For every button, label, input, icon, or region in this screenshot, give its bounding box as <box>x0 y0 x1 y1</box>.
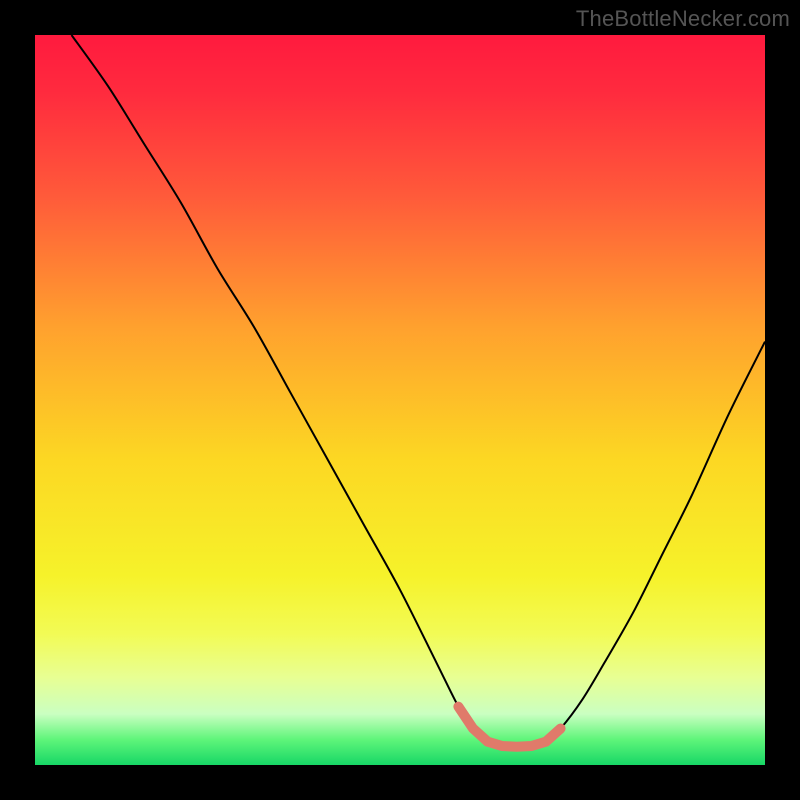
bottleneck-chart <box>0 0 800 800</box>
watermark-text: TheBottleNecker.com <box>576 6 790 32</box>
chart-root: TheBottleNecker.com <box>0 0 800 800</box>
